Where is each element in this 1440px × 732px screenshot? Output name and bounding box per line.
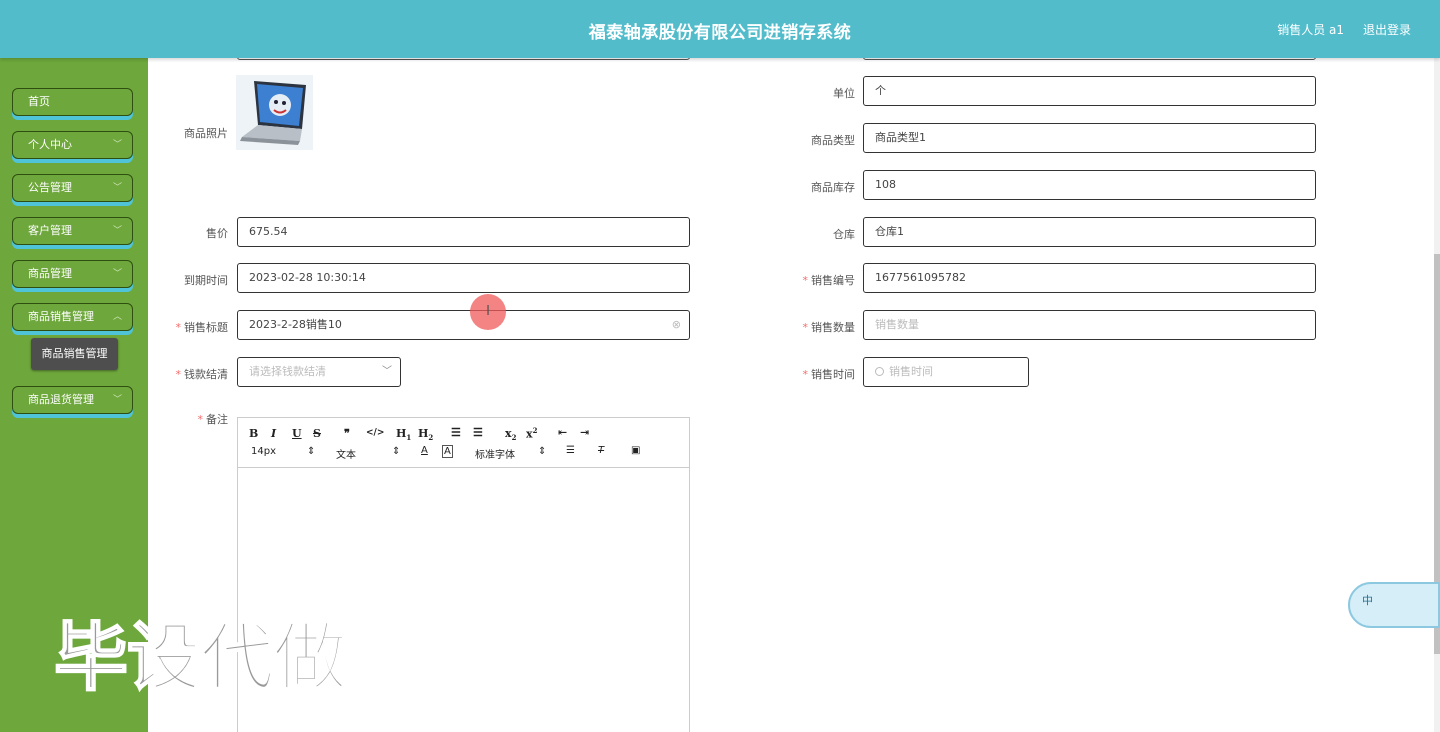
app-title: 福泰轴承股份有限公司进销存系统 [588,23,852,43]
watermark-text: 毕设代做 [53,614,348,702]
type-label: 商品类型 [811,134,855,147]
input-cutoff-left[interactable] [237,58,690,60]
settle-label-text: 钱款结清 [184,368,228,381]
qty-input[interactable]: 销售数量 [863,310,1316,340]
type-input[interactable]: 商品类型1 [863,123,1316,153]
warehouse-label: 仓库 [833,228,855,241]
time-input[interactable]: 销售时间 [863,357,1029,387]
sidebar-item-label: 客户管理 [28,224,72,237]
editor-toolbar: B I U S ❞ </> H1 H2 ☰ ☰ x2 x2 ⇤ ⇥ 14px ⇕… [238,418,689,468]
chevron-down-icon: ﹀ [112,140,122,150]
input-cutoff-right[interactable] [863,58,1316,60]
strike-icon[interactable]: S [313,427,321,440]
cursor-highlight: I [470,294,506,330]
sidebar-item-goods-sales[interactable]: 商品销售管理 ︿ [12,303,133,331]
sale-no-label-text: 销售编号 [811,274,855,287]
sidebar-item-label: 公告管理 [28,181,72,194]
indent-icon[interactable]: ⇥ [580,426,589,439]
chevron-down-icon: ﹀ [112,226,122,236]
font-color-icon[interactable]: A [421,445,428,456]
text-style-select[interactable]: 文本 [336,446,356,461]
remark-label-text: 备注 [206,413,228,426]
chevron-down-icon: ﹀ [382,366,392,377]
product-photo[interactable] [236,75,313,150]
sale-title-value: 2023-2-28销售10 [249,318,342,331]
chevron-down-icon: ﹀ [112,269,122,279]
sidebar-item-label: 首页 [28,95,50,108]
sidebar-item-notice[interactable]: 公告管理 ﹀ [12,174,133,202]
align-icon[interactable]: ☰ [566,445,575,456]
sale-no-label: * 销售编号 [802,274,856,287]
underline-icon[interactable]: U [292,427,302,440]
sale-no-input[interactable]: 1677561095782 [863,263,1316,293]
sidebar-item-customer[interactable]: 客户管理 ﹀ [12,217,133,245]
title-label-text: 销售标题 [184,321,228,334]
expire-label: 到期时间 [184,274,228,287]
code-icon[interactable]: </> [366,428,384,438]
time-label-text: 销售时间 [811,368,855,381]
sidebar-item-label: 个人中心 [28,138,72,151]
clear-icon[interactable]: ⊗ [672,311,681,339]
settle-label: * 钱款结清 [175,368,229,381]
clear-format-icon[interactable]: T [598,445,604,456]
subscript-icon[interactable]: x2 [505,427,516,442]
superscript-icon[interactable]: x2 [526,426,537,441]
stock-label: 商品库存 [811,181,855,194]
submenu-item-goods-sales[interactable]: 商品销售管理 [31,338,118,370]
heading1-icon[interactable]: H1 [396,427,411,442]
expire-input[interactable]: 2023-02-28 10:30:14 [237,263,690,293]
title-label: * 销售标题 [175,321,229,334]
price-input[interactable]: 675.54 [237,217,690,247]
price-label: 售价 [206,227,228,240]
font-size-select[interactable]: 14px [251,446,276,457]
unit-label: 单位 [833,87,855,100]
sidebar-item-home[interactable]: 首页 [12,88,133,116]
qty-label: * 销售数量 [802,321,856,334]
top-header: 福泰轴承股份有限公司进销存系统 销售人员 a1 退出登录 [0,0,1440,58]
sidebar-item-label: 商品管理 [28,267,72,280]
image-icon[interactable]: ▣ [631,445,640,456]
settle-select[interactable]: 请选择钱款结清 ﹀ [237,357,401,387]
chevron-down-icon: ﹀ [112,183,122,193]
text-style-arrow-icon: ⇕ [392,446,401,457]
unit-input[interactable]: 个 [863,76,1316,106]
stock-input[interactable]: 108 [863,170,1316,200]
settle-placeholder: 请选择钱款结清 [249,365,326,378]
logout-link[interactable]: 退出登录 [1363,21,1411,38]
clock-icon [875,367,884,376]
outdent-icon[interactable]: ⇤ [558,426,567,439]
font-family-select[interactable]: 标准字体 [475,446,515,461]
remark-label: * 备注 [197,413,229,426]
sidebar-item-label: 商品销售管理 [28,310,94,323]
italic-icon[interactable]: I [271,427,276,440]
sidebar-item-goods[interactable]: 商品管理 ﹀ [12,260,133,288]
warehouse-input[interactable]: 仓库1 [863,217,1316,247]
scrollbar[interactable] [1434,58,1440,732]
sidebar-item-goods-return[interactable]: 商品退货管理 ﹀ [12,386,133,414]
background-color-icon[interactable]: A [442,445,453,458]
font-family-arrow-icon: ⇕ [538,446,547,457]
heading2-icon[interactable]: H2 [418,427,433,442]
current-user: 销售人员 a1 [1277,23,1344,37]
floating-input-widget[interactable]: 中 [1348,582,1440,628]
bullet-list-icon[interactable]: ☰ [473,426,483,439]
time-label: * 销售时间 [802,368,856,381]
sidebar-item-personal-center[interactable]: 个人中心 ﹀ [12,131,133,159]
widget-label: 中 [1362,594,1373,607]
font-size-arrow-icon: ⇕ [307,446,316,457]
qty-label-text: 销售数量 [811,321,855,334]
sale-title-input[interactable]: 2023-2-28销售10 ⊗ [237,310,690,340]
ordered-list-icon[interactable]: ☰ [451,426,461,439]
quote-icon[interactable]: ❞ [344,427,350,440]
bold-icon[interactable]: B [249,427,258,440]
chevron-down-icon: ﹀ [112,395,122,405]
sidebar-item-label: 商品退货管理 [28,393,94,406]
photo-label: 商品照片 [184,127,228,140]
chevron-up-icon: ︿ [112,312,122,322]
time-placeholder: 销售时间 [889,365,933,378]
